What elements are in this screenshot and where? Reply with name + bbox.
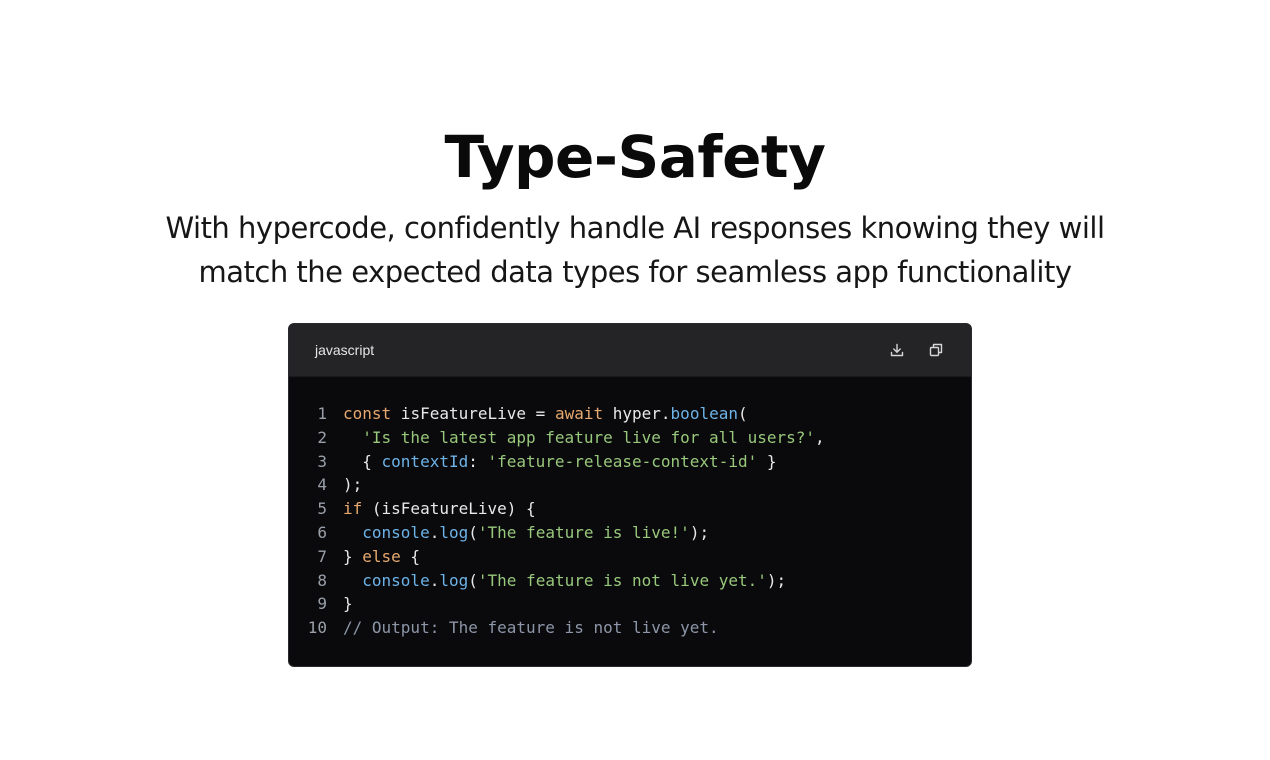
code-token: ( — [468, 570, 478, 590]
line-content: 'Is the latest app feature live for all … — [343, 426, 825, 450]
line-content: const isFeatureLive = await hyper.boolea… — [343, 402, 748, 426]
code-token: const — [343, 404, 392, 423]
code-token: 'The feature is not live yet.' — [477, 570, 767, 590]
line-content: console.log('The feature is live!'); — [343, 521, 709, 545]
code-content: 1 const isFeatureLive = await hyper.boole… — [289, 402, 971, 640]
line-number: 7 — [317, 546, 327, 566]
code-line: 1 const isFeatureLive = await hyper.boole… — [289, 402, 971, 426]
code-line: 2 'Is the latest app feature live for al… — [289, 426, 971, 450]
code-token: 'Is the latest app feature live for all … — [362, 427, 816, 447]
code-block: javascript 1 const isFeatureLive = await … — [288, 323, 972, 667]
code-token: ( — [468, 522, 478, 542]
code-line: 8 console.log('The feature is not live y… — [289, 569, 971, 593]
code-token: isFeatureLive = — [391, 404, 555, 423]
code-token: 'feature-release-context-id' — [487, 451, 758, 471]
line-number: 5 — [317, 499, 327, 519]
code-token: boolean — [670, 404, 738, 423]
code-token: console — [362, 570, 430, 590]
line-number: 4 — [317, 475, 327, 495]
page-subtitle: With hypercode, confidently handle AI re… — [165, 211, 1105, 289]
line-content: if (isFeatureLive) { — [343, 497, 536, 521]
code-line: 9} — [289, 592, 971, 616]
code-token: (isFeatureLive) { — [362, 499, 536, 519]
line-content: ); — [343, 473, 362, 497]
code-token: if — [343, 499, 363, 519]
code-token: ( — [737, 404, 748, 423]
code-token: else — [362, 546, 401, 566]
code-token: log — [439, 570, 469, 590]
code-token: ); — [689, 522, 710, 542]
line-number: 3 — [317, 451, 327, 471]
copy-icon — [929, 343, 943, 357]
code-token: . — [429, 522, 440, 542]
line-content: { contextId: 'feature-release-context-id… — [343, 450, 776, 474]
code-token: } — [757, 451, 777, 471]
code-token: hyper. — [603, 404, 671, 423]
code-token: { — [400, 546, 421, 566]
download-button[interactable] — [887, 340, 907, 360]
code-line: 4); — [289, 473, 971, 497]
download-icon — [890, 343, 904, 357]
code-line: 3 { contextId: 'feature-release-context-… — [289, 450, 971, 474]
line-content: } else { — [343, 545, 420, 569]
line-number: 6 — [317, 522, 327, 542]
code-token: contextId — [381, 451, 469, 471]
code-token: ); — [766, 570, 787, 590]
line-content: // Output: The feature is not live yet. — [343, 616, 719, 640]
code-token: } — [343, 594, 353, 614]
line-content: } — [343, 592, 353, 616]
code-token: 'The feature is live!' — [477, 522, 690, 542]
line-number: 8 — [317, 570, 327, 590]
line-number: 1 — [317, 404, 327, 423]
line-number: 10 — [307, 618, 327, 638]
code-token: // Output: The feature is not live yet. — [343, 618, 719, 638]
code-token: await — [554, 404, 604, 423]
code-line: 10 // Output: The feature is not live yet… — [289, 616, 971, 640]
copy-button[interactable] — [926, 340, 946, 360]
code-token: log — [439, 522, 469, 542]
code-token: { — [343, 451, 382, 471]
code-block-header: javascript — [289, 324, 971, 377]
line-number: 2 — [317, 427, 327, 447]
code-line: 5 if (isFeatureLive) { — [289, 497, 971, 521]
code-token: : — [468, 451, 488, 471]
code-token: } — [343, 546, 363, 566]
code-token: ); — [343, 475, 363, 495]
code-line: 6 console.log('The feature is live!'); — [289, 521, 971, 545]
code-language-label: javascript — [315, 342, 375, 358]
line-number: 9 — [317, 594, 327, 614]
page-title: Type-Safety — [444, 123, 826, 191]
code-line: 7} else { — [289, 545, 971, 569]
code-token: console — [362, 522, 430, 542]
code-token: . — [429, 570, 440, 590]
line-content: console.log('The feature is not live yet… — [343, 569, 786, 593]
code-token: , — [815, 427, 825, 447]
